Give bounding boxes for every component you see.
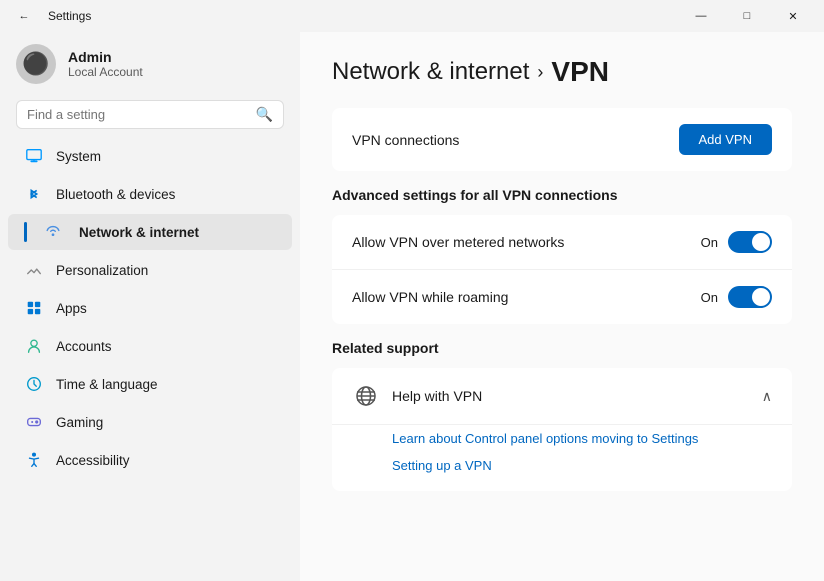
setting-roaming-right: On (701, 286, 772, 308)
user-name: Admin (68, 49, 143, 65)
sidebar-item-apps-label: Apps (56, 301, 87, 316)
setting-roaming-status: On (701, 290, 718, 305)
help-vpn-label: Help with VPN (392, 388, 482, 404)
toggle-metered[interactable] (728, 231, 772, 253)
sidebar-item-apps[interactable]: Apps (8, 290, 292, 326)
avatar: ⚫ (16, 44, 56, 84)
chevron-up-icon: ∧ (762, 388, 772, 405)
sidebar-item-accounts[interactable]: Accounts (8, 328, 292, 364)
sidebar-item-accessibility[interactable]: Accessibility (8, 442, 292, 478)
sidebar-item-system-label: System (56, 149, 101, 164)
sidebar-item-time-label: Time & language (56, 377, 158, 392)
content-area: VPN connections Add VPN Advanced setting… (300, 108, 824, 491)
search-box[interactable]: 🔍 (16, 100, 284, 129)
page-header: Network & internet › VPN (300, 32, 824, 108)
setting-metered-label: Allow VPN over metered networks (352, 234, 564, 250)
accounts-icon (24, 336, 44, 356)
related-support-card: Help with VPN ∧ Learn about Control pane… (332, 368, 792, 491)
sidebar-item-personalization[interactable]: Personalization (8, 252, 292, 288)
related-support-title: Related support (332, 340, 792, 356)
sidebar-item-time[interactable]: Time & language (8, 366, 292, 402)
help-vpn-row[interactable]: Help with VPN ∧ (332, 368, 792, 424)
vpn-connections-card: VPN connections Add VPN (332, 108, 792, 171)
vpn-connections-row: VPN connections Add VPN (332, 108, 792, 171)
user-section: ⚫ Admin Local Account (0, 32, 300, 100)
support-links: Learn about Control panel options moving… (332, 424, 792, 491)
support-link-1[interactable]: Setting up a VPN (392, 452, 772, 479)
user-info: Admin Local Account (68, 49, 143, 79)
minimize-button[interactable]: — (678, 0, 724, 32)
personalization-icon (24, 260, 44, 280)
setting-metered-status: On (701, 235, 718, 250)
window: ⚫ Admin Local Account 🔍 System Bluetooth… (0, 32, 824, 581)
breadcrumb-parent: Network & internet (332, 58, 529, 86)
avatar-icon: ⚫ (22, 51, 49, 77)
toggle-roaming-thumb (752, 288, 770, 306)
close-button[interactable]: ✕ (770, 0, 816, 32)
sidebar: ⚫ Admin Local Account 🔍 System Bluetooth… (0, 32, 300, 581)
sidebar-item-accessibility-label: Accessibility (56, 453, 130, 468)
user-subtitle: Local Account (68, 65, 143, 79)
time-icon (24, 374, 44, 394)
gaming-icon (24, 412, 44, 432)
main-content: Network & internet › VPN VPN connections… (300, 32, 824, 581)
sidebar-item-accounts-label: Accounts (56, 339, 112, 354)
toggle-roaming[interactable] (728, 286, 772, 308)
help-vpn-left: Help with VPN (352, 382, 482, 410)
setting-roaming-label: Allow VPN while roaming (352, 289, 508, 305)
back-button[interactable]: ← (8, 0, 40, 32)
network-icon (43, 222, 63, 242)
sidebar-item-gaming[interactable]: Gaming (8, 404, 292, 440)
apps-icon (24, 298, 44, 318)
support-link-0[interactable]: Learn about Control panel options moving… (392, 425, 772, 452)
accessibility-icon (24, 450, 44, 470)
search-icon: 🔍 (256, 106, 273, 123)
maximize-button[interactable]: □ (724, 0, 770, 32)
bluetooth-icon (24, 184, 44, 204)
sidebar-item-bluetooth[interactable]: Bluetooth & devices (8, 176, 292, 212)
system-icon (24, 146, 44, 166)
vpn-connections-label: VPN connections (352, 132, 459, 148)
toggle-metered-thumb (752, 233, 770, 251)
window-controls: — □ ✕ (678, 0, 816, 32)
setting-metered-right: On (701, 231, 772, 253)
active-bar (24, 222, 27, 242)
sidebar-item-system[interactable]: System (8, 138, 292, 174)
advanced-settings-card: Allow VPN over metered networks On Allow… (332, 215, 792, 324)
setting-row-roaming: Allow VPN while roaming On (332, 270, 792, 324)
search-input[interactable] (27, 107, 248, 122)
setting-row-metered: Allow VPN over metered networks On (332, 215, 792, 270)
sidebar-item-personalization-label: Personalization (56, 263, 148, 278)
titlebar: ← Settings — □ ✕ (0, 0, 824, 32)
sidebar-item-network-label: Network & internet (79, 225, 199, 240)
page-title: VPN (551, 56, 609, 88)
add-vpn-button[interactable]: Add VPN (679, 124, 772, 155)
sidebar-item-gaming-label: Gaming (56, 415, 103, 430)
sidebar-item-network[interactable]: Network & internet (8, 214, 292, 250)
breadcrumb-chevron: › (537, 62, 543, 83)
advanced-settings-title: Advanced settings for all VPN connection… (332, 187, 792, 203)
sidebar-item-bluetooth-label: Bluetooth & devices (56, 187, 175, 202)
globe-icon (352, 382, 380, 410)
window-title: Settings (48, 9, 91, 23)
